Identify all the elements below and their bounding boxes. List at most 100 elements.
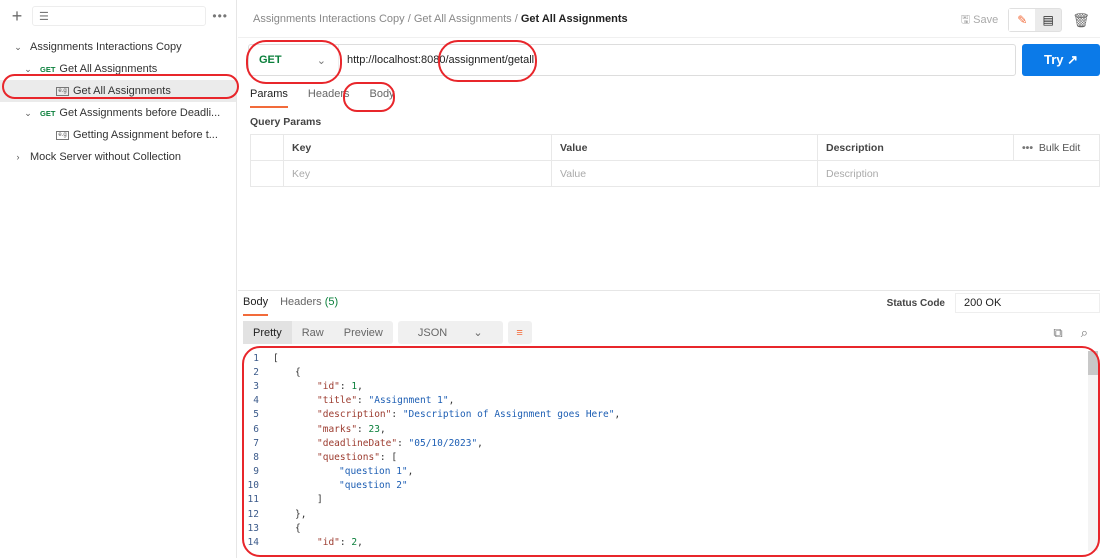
more-options-icon[interactable]: ••• — [212, 9, 228, 23]
tab-params[interactable]: Params — [250, 88, 288, 108]
response-panel: Body Headers (5) Status Code 200 OK Pret… — [238, 290, 1100, 558]
breadcrumb-current: Get All Assignments — [520, 12, 628, 25]
tree-label: Get All Assignments — [59, 63, 158, 75]
status-value: 200 OK — [955, 293, 1100, 313]
format-select[interactable]: JSON ⌄ — [397, 321, 503, 344]
save-button[interactable]: 🖫 Save — [961, 11, 999, 30]
code-token: : — [339, 380, 352, 392]
code-line: 9 "question 1", — [243, 465, 1098, 479]
code-token: ] — [317, 494, 323, 506]
more-icon[interactable]: ••• — [1022, 142, 1033, 154]
code-token: "questions" — [317, 451, 380, 463]
code-token: }, — [295, 508, 307, 520]
view-preview[interactable]: Preview — [334, 321, 393, 344]
tab-response-headers[interactable]: Headers (5) — [280, 296, 338, 316]
breadcrumb-separator: / — [514, 12, 518, 25]
add-icon[interactable]: + — [8, 6, 26, 27]
description-input[interactable]: Description — [817, 160, 1100, 187]
column-header: Value — [551, 134, 818, 161]
headers-count: (5) — [324, 296, 339, 308]
header: Assignments Interactions Copy / Get All … — [238, 0, 1100, 38]
code-token: 23 — [368, 423, 380, 435]
line-number: 6 — [253, 423, 259, 435]
delete-icon[interactable]: 🗑 — [1072, 12, 1090, 29]
tree-label: Get All Assignments — [73, 85, 171, 97]
query-params-label: Query Params — [250, 116, 322, 128]
code-line: 11] — [243, 493, 1098, 507]
breadcrumb: Assignments Interactions Copy / Get All … — [253, 13, 628, 25]
line-number: 12 — [247, 508, 259, 520]
line-number: 13 — [247, 522, 259, 534]
code-token: "id" — [317, 537, 340, 549]
edit-icon[interactable]: ✎ — [1009, 9, 1036, 31]
try-button[interactable]: Try ↗ — [1022, 44, 1100, 76]
value-input[interactable]: Value — [551, 160, 818, 187]
tree-collection[interactable]: ⌄ Assignments Interactions Copy — [0, 36, 236, 58]
sidebar: + ☰ ••• ⌄ Assignments Interactions Copy ⌄… — [0, 0, 237, 558]
view-pretty[interactable]: Pretty — [243, 321, 292, 344]
code-viewer[interactable]: 1[2{3 "id": 1, 4 "title": "Assignment 1", 5 "… — [243, 351, 1098, 551]
url-input[interactable]: http://localhost:8080/assignment/getall — [339, 54, 534, 66]
code-token: : — [357, 423, 369, 435]
tree-collection[interactable]: › Mock Server without Collection — [0, 146, 236, 168]
method-select[interactable]: GET ⌄ — [249, 45, 339, 75]
tree-request[interactable]: ⌄ GET Get All Assignments — [0, 58, 236, 80]
tree-request[interactable]: ⌄ GET Get Assignments before Deadli... — [0, 102, 236, 124]
code-token: , — [357, 380, 363, 392]
line-number: 1 — [253, 352, 259, 364]
scrollbar-thumb[interactable] — [1088, 351, 1098, 375]
chevron-down-icon: ⌄ — [14, 41, 22, 52]
method-badge: GET — [40, 108, 56, 118]
code-token: "question 2" — [339, 480, 408, 492]
request-tabs: Params Headers Body — [250, 88, 395, 108]
code-line: 7 "deadlineDate": "05/10/2023", — [243, 436, 1098, 450]
params-table: Key Value Description ••• Bulk Edit Key Valu… — [250, 134, 1100, 187]
breadcrumb-item[interactable]: Get All Assignments — [414, 13, 512, 25]
tree-example-selected[interactable]: e.g Get All Assignments — [0, 80, 236, 102]
code-line: 2{ — [243, 365, 1098, 379]
tab-headers[interactable]: Headers — [308, 88, 350, 108]
code-line: 14 "id": 2, — [243, 535, 1098, 549]
filter-input[interactable]: ☰ — [32, 6, 207, 26]
bulk-edit-button[interactable]: Bulk Edit — [1039, 142, 1080, 154]
scrollbar[interactable] — [1088, 351, 1098, 551]
view-raw[interactable]: Raw — [292, 321, 334, 344]
view-toggle[interactable]: ✎ ▤ — [1008, 8, 1063, 32]
wrap-lines-icon[interactable]: ≡ — [507, 321, 532, 344]
code-token: "deadlineDate" — [317, 437, 398, 449]
tree-label: Mock Server without Collection — [30, 151, 182, 163]
breadcrumb-item[interactable]: Assignments Interactions Copy — [253, 13, 405, 25]
line-number: 7 — [253, 437, 259, 449]
code-token: , — [477, 437, 483, 449]
code-token: "Assignment 1" — [368, 395, 449, 407]
tab-response-body[interactable]: Body — [243, 296, 269, 316]
tree-example[interactable]: e.g Getting Assignment before t... — [0, 124, 236, 146]
chevron-down-icon: ⌄ — [24, 63, 32, 74]
code-token: { — [295, 366, 301, 378]
line-number: 4 — [253, 395, 259, 407]
tree-label: Getting Assignment before t... — [73, 129, 218, 141]
code-token: : — [391, 409, 403, 421]
code-line: 4 "title": "Assignment 1", — [243, 394, 1098, 408]
code-line: 3 "id": 1, — [243, 379, 1098, 393]
line-number: 9 — [253, 466, 259, 478]
code-token: "question 1" — [339, 466, 408, 478]
column-header: Key — [283, 134, 552, 161]
code-token: : — [339, 537, 352, 549]
code-token: : — [357, 395, 369, 407]
code-token: "Description of Assignment goes Here" — [402, 409, 615, 421]
code-token: "description" — [317, 409, 392, 421]
line-number: 3 — [253, 380, 259, 392]
format-value: JSON — [417, 326, 448, 339]
tab-body[interactable]: Body — [369, 88, 394, 108]
code-token: : — [397, 437, 409, 449]
code-line: 1[ — [243, 351, 1098, 365]
copy-icon[interactable]: ⧉ — [1053, 325, 1062, 341]
filter-icon: ☰ — [39, 10, 49, 23]
code-line: 5 "description": "Description of Assignme… — [243, 408, 1098, 422]
comment-icon[interactable]: ▤ — [1035, 9, 1061, 31]
search-icon[interactable]: ⌕ — [1081, 325, 1088, 341]
key-input[interactable]: Key — [283, 160, 552, 187]
code-token: "title" — [317, 395, 358, 407]
example-icon: e.g — [56, 130, 69, 140]
